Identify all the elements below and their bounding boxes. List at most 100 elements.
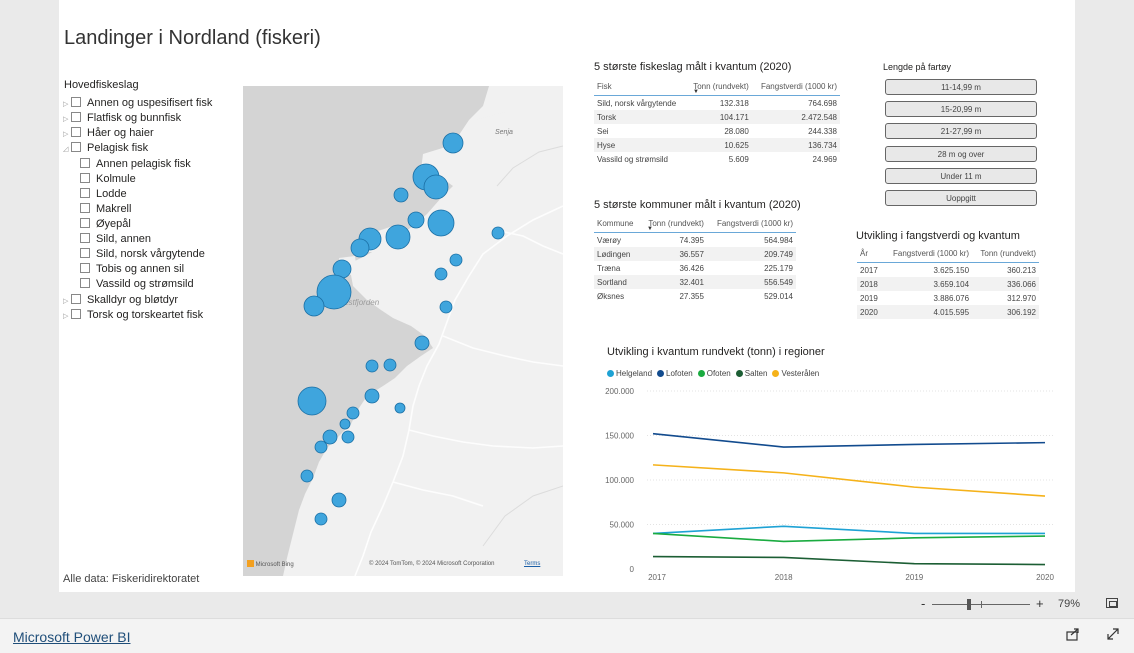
table-row[interactable]: 2018 3.659.104 336.066 [857,277,1039,291]
vessel-length-button[interactable]: 15-20,99 m [885,101,1037,117]
map-bubble[interactable] [394,402,406,414]
zoom-slider-thumb[interactable] [967,599,971,610]
sort-indicator-icon[interactable]: ▼ [693,89,699,95]
checkbox[interactable] [80,188,90,198]
table-row[interactable]: Øksnes 27.355 529.014 [594,289,796,303]
map-bubble[interactable] [434,267,448,281]
vessel-length-button[interactable]: Uoppgitt [885,190,1037,206]
column-header[interactable]: År [857,245,883,263]
map-bubble[interactable] [449,253,463,267]
map-bubble[interactable] [314,440,328,454]
series-line[interactable] [652,555,1046,566]
map-bubble[interactable] [491,226,505,240]
slicer-item[interactable]: Øyepål [80,217,131,231]
column-header[interactable]: Fangstverdi (1000 kr) [706,215,796,233]
checkbox[interactable] [71,142,81,152]
species-table[interactable]: Fisk Tonn (rundvekt) Fangstverdi (1000 kr)… [594,78,840,166]
legend-item[interactable]: Vesterålen [772,369,819,378]
checkbox[interactable] [71,309,81,319]
slicer-item[interactable]: ◿ Pelagisk fisk [63,141,148,155]
table-row[interactable]: 2017 3.625.150 360.213 [857,262,1039,277]
slicer-item[interactable]: ▷ Annen og uspesifisert fisk [63,96,212,110]
sort-indicator-icon[interactable]: ▼ [647,226,653,232]
map-bubble[interactable] [407,211,425,229]
slicer-item[interactable]: Vassild og strømsild [80,277,194,291]
map-bubble[interactable] [427,209,455,237]
map-bubble[interactable] [350,238,370,258]
column-header[interactable]: Fisk [594,78,686,96]
slicer-item[interactable]: ▷ Torsk og torskeartet fisk [63,308,203,322]
map-bubble[interactable] [346,406,360,420]
series-line[interactable] [652,532,1046,543]
checkbox[interactable] [80,218,90,228]
map-bubble[interactable] [331,492,347,508]
checkbox[interactable] [71,294,81,304]
table-row[interactable]: Sild, norsk vårgytende 132.318 764.698 [594,95,840,110]
slicer-item[interactable]: ▷ Flatfisk og bunnfisk [63,111,181,125]
fullscreen-icon[interactable] [1106,627,1120,644]
zoom-in-button[interactable]: + [1036,596,1044,611]
slicer-item[interactable]: Sild, annen [80,232,151,246]
table-row[interactable]: Hyse 10.625 136.734 [594,138,840,152]
map-bubble[interactable] [364,388,380,404]
slicer-item[interactable]: Kolmule [80,172,136,186]
vessel-length-button[interactable]: 28 m og over [885,146,1037,162]
checkbox[interactable] [80,278,90,288]
legend-item[interactable]: Salten [735,369,767,378]
map-bubble[interactable] [442,132,464,154]
slicer-item[interactable]: Sild, norsk vårgytende [80,247,205,261]
table-row[interactable]: Sei 28.080 244.338 [594,124,840,138]
table-row[interactable]: Sortland 32.401 556.549 [594,275,796,289]
checkbox[interactable] [80,173,90,183]
bubble-map[interactable]: Senja Vestfjorden Microsoft Bing © 2024 … [243,86,563,576]
map-bubble[interactable] [300,469,314,483]
checkbox[interactable] [80,158,90,168]
map-bubble[interactable] [439,300,453,314]
column-header[interactable]: Fangstverdi (1000 kr) [751,78,840,96]
checkbox[interactable] [80,233,90,243]
slicer-item[interactable]: Annen pelagisk fisk [80,157,191,171]
slicer-item[interactable]: ▷ Håer og haier [63,126,154,140]
slicer-item[interactable]: Lodde [80,187,127,201]
series-line[interactable] [652,525,1045,535]
checkbox[interactable] [71,97,81,107]
column-header[interactable]: Fangstverdi (1000 kr) [882,245,973,263]
checkbox[interactable] [80,263,90,273]
table-row[interactable]: Vassild og strømsild 5.609 24.969 [594,152,840,166]
legend-item[interactable]: Helgeland [607,369,652,378]
table-row[interactable]: Lødingen 36.557 209.749 [594,247,796,261]
legend-item[interactable]: Ofoten [697,369,731,378]
trend-table[interactable]: År Fangstverdi (1000 kr) Tonn (rundvekt) 20… [857,245,1039,319]
map-terms-link[interactable]: Terms [524,561,540,567]
line-chart[interactable]: 0 50.000 100.000 150.000 200.000 2017 2018 2019… [599,382,1059,587]
table-row[interactable]: Træna 36.426 225.179 [594,261,796,275]
collapsed-arrow-icon[interactable]: ▷ [63,310,71,324]
power-bi-link[interactable]: Microsoft Power BI [13,629,130,645]
fit-to-page-icon[interactable] [1106,598,1118,608]
vessel-length-button[interactable]: 21-27,99 m [885,123,1037,139]
collapsed-arrow-icon[interactable]: ▷ [63,128,71,142]
checkbox[interactable] [80,248,90,258]
table-row[interactable]: 2019 3.886.076 312.970 [857,291,1039,305]
expanded-arrow-icon[interactable]: ◿ [63,143,71,157]
map-bubble[interactable] [314,512,328,526]
zoom-out-button[interactable]: - [921,596,925,611]
map-bubble[interactable] [393,187,409,203]
table-row[interactable]: Torsk 104.171 2.472.548 [594,110,840,124]
checkbox[interactable] [71,127,81,137]
map-bubble[interactable] [385,224,411,250]
slicer-item[interactable]: Tobis og annen sil [80,262,184,276]
map-bubble[interactable] [339,418,351,430]
map-bubble[interactable] [414,335,430,351]
checkbox[interactable] [80,203,90,213]
column-header[interactable]: Kommune [594,215,641,233]
collapsed-arrow-icon[interactable]: ▷ [63,98,71,112]
share-icon[interactable] [1066,627,1080,644]
municipality-table[interactable]: Kommune Tonn (rundvekt) Fangstverdi (1000 … [594,215,796,303]
collapsed-arrow-icon[interactable]: ▷ [63,113,71,127]
vessel-length-button[interactable]: Under 11 m [885,168,1037,184]
slicer-item[interactable]: ▷ Skalldyr og bløtdyr [63,293,178,307]
vessel-length-button[interactable]: 11-14,99 m [885,79,1037,95]
checkbox[interactable] [71,112,81,122]
map-bubble[interactable] [365,359,379,373]
